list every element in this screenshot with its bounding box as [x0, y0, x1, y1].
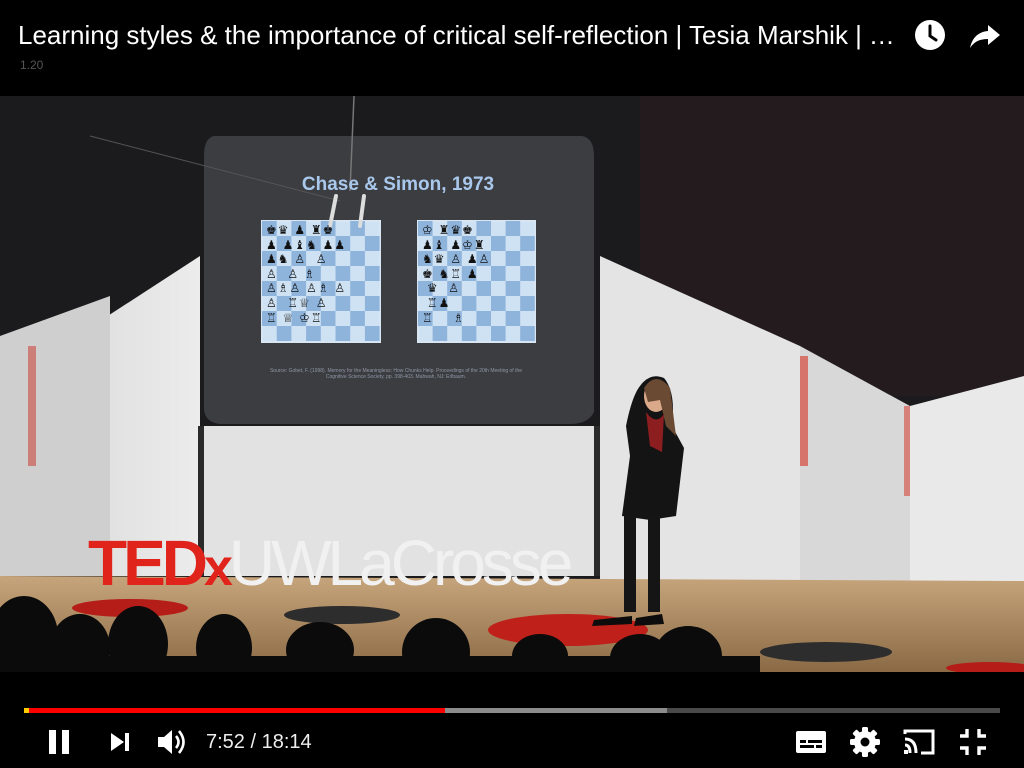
tedx-logo: TEDxUWLaCrosse	[88, 526, 574, 600]
duration: 18:14	[261, 731, 312, 753]
logo-venue: UWLaCrosse	[228, 527, 574, 599]
cast-icon	[903, 729, 935, 755]
exit-fullscreen-button[interactable]	[955, 724, 991, 760]
volume-icon	[158, 730, 185, 754]
settings-icon	[850, 727, 880, 757]
logo-ted: TED	[88, 527, 208, 599]
current-time: 7:52	[206, 731, 245, 753]
subtitles-button[interactable]	[793, 724, 829, 760]
video-player: Learning styles & the importance of crit…	[0, 0, 1024, 768]
subtitles-icon	[796, 731, 826, 753]
video-title[interactable]: Learning styles & the importance of crit…	[18, 18, 898, 52]
pause-button[interactable]	[41, 724, 77, 760]
controls-bar: 7:52 / 18:14	[0, 672, 1024, 768]
watch-later-button[interactable]	[913, 18, 947, 52]
progress-bar[interactable]	[24, 708, 1000, 713]
progress-start-marker	[24, 708, 29, 713]
next-icon	[111, 733, 129, 751]
slide-title: Chase & Simon, 1973	[301, 174, 495, 195]
share-button[interactable]	[968, 18, 1002, 52]
playback-speed-label: 1.20	[20, 58, 44, 72]
settings-button[interactable]	[847, 724, 883, 760]
time-display: 7:52 / 18:14	[206, 730, 312, 754]
chess-board-right: ♔ ♜♛♚ ♟♝ ♟♔♜ ♞♛ ♙ ♟♙ ♚ ♞♖ ♟ ♛ ♙ ♖♟ ♖ ♗	[422, 223, 491, 325]
share-icon	[970, 25, 1000, 48]
logo-x: x	[204, 539, 233, 597]
watch-later-icon	[915, 20, 945, 50]
slide-footnote: Source: Gobet, F. (1998). Memory for the…	[269, 368, 523, 380]
volume-button[interactable]	[154, 724, 190, 760]
time-separator: /	[244, 731, 262, 753]
progress-played	[24, 708, 445, 713]
chess-board-left: ♚♛ ♟ ♜♚ ♟ ♟♝♞ ♟♟ ♟♞ ♙ ♙ ♙ ♙ ♗ ♙♗♙ ♙♗ ♙ ♙…	[266, 223, 347, 325]
pause-icon	[49, 730, 69, 754]
video-frame[interactable]: Chase & Simon, 1973 ♚♛ ♟ ♜♚ ♟ ♟♝♞ ♟♟ ♟♞ …	[0, 96, 1024, 672]
top-bar: Learning styles & the importance of crit…	[0, 0, 1024, 96]
exit-fullscreen-icon	[960, 729, 986, 755]
next-button[interactable]	[102, 724, 138, 760]
cast-button[interactable]	[901, 724, 937, 760]
